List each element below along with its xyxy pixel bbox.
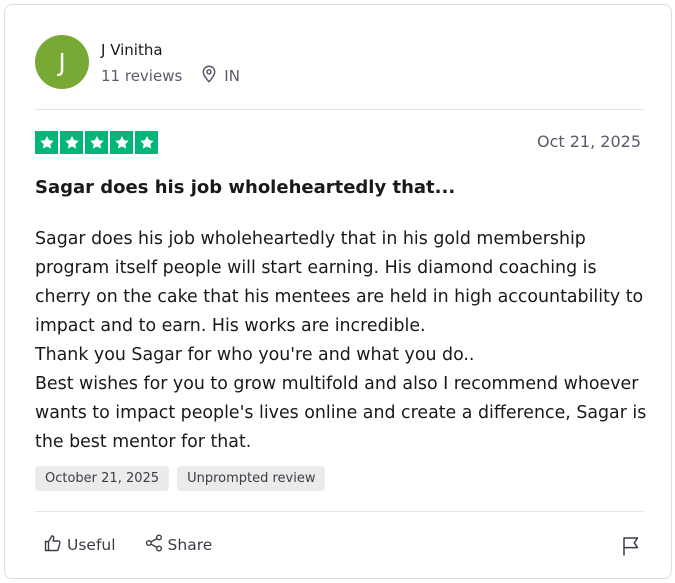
star-icon (110, 131, 133, 154)
review-tags: October 21, 2025 Unprompted review (35, 466, 326, 491)
footer-divider (35, 511, 643, 512)
reviewer-name[interactable]: J Vinitha (101, 39, 240, 61)
reviewer-header[interactable]: J J Vinitha 11 reviews IN (35, 35, 240, 89)
star-icon (85, 131, 108, 154)
star-icon (135, 131, 158, 154)
report-flag-button[interactable] (621, 535, 641, 561)
thumbs-up-icon (43, 533, 63, 557)
header-divider (35, 109, 643, 110)
tag-experience-date: October 21, 2025 (35, 466, 170, 491)
useful-label: Useful (67, 536, 116, 554)
review-actions: Useful Share (43, 533, 212, 557)
review-card: J J Vinitha 11 reviews IN Oct 21, 2025 S… (4, 4, 672, 579)
reviews-count: 11 reviews (101, 66, 183, 85)
star-icon (35, 131, 58, 154)
review-date: Oct 21, 2025 (537, 132, 641, 151)
share-icon (144, 533, 164, 557)
tag-review-type[interactable]: Unprompted review (177, 466, 326, 491)
flag-icon (621, 537, 641, 561)
review-title[interactable]: Sagar does his job wholeheartedly that..… (35, 177, 455, 198)
review-body: Sagar does his job wholeheartedly that i… (35, 229, 647, 452)
reviewer-sub: 11 reviews IN (101, 64, 240, 87)
share-button[interactable]: Share (144, 533, 213, 557)
location-code: IN (224, 66, 240, 85)
avatar[interactable]: J (35, 35, 89, 89)
star-icon (60, 131, 83, 154)
useful-button[interactable]: Useful (43, 533, 116, 557)
avatar-initial: J (58, 47, 66, 77)
share-label: Share (167, 536, 213, 554)
location-pin-icon (202, 64, 224, 87)
reviewer-meta: J Vinitha 11 reviews IN (101, 39, 240, 86)
reviewer-location: IN (202, 64, 240, 87)
star-rating (35, 131, 158, 154)
